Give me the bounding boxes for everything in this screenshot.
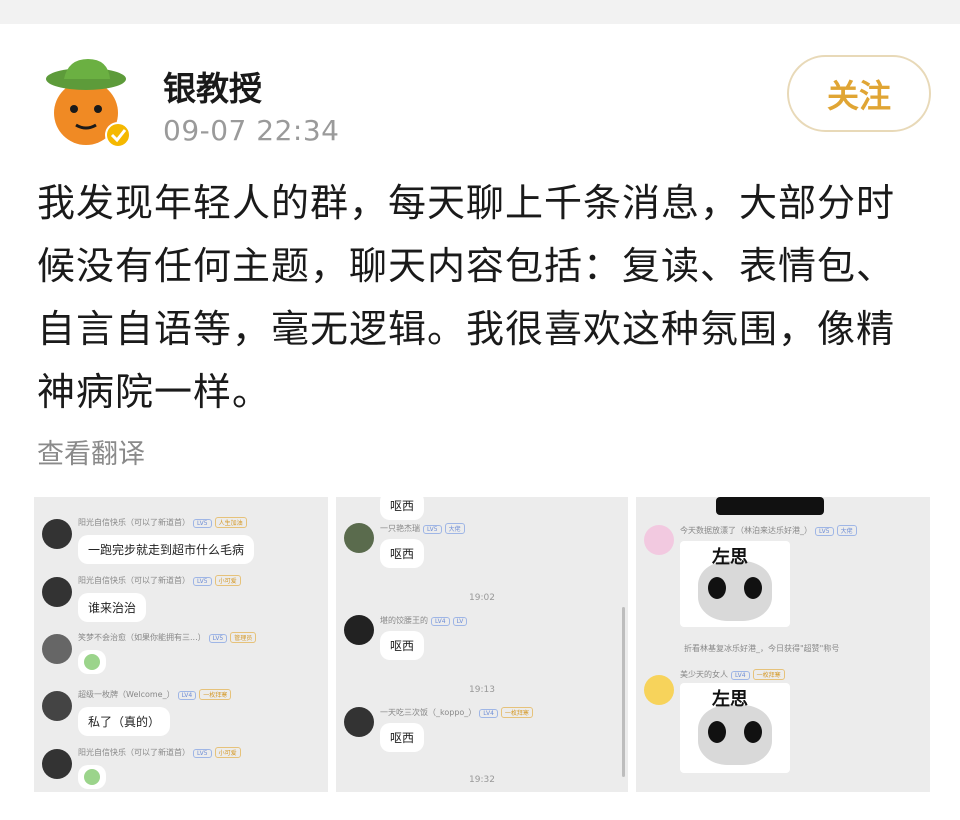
chat-sender: 阳光自信快乐（可以了新道首） LV5 小可爱 (78, 575, 241, 586)
attached-image-2[interactable]: 呕西 一只艳杰瑞 LV5 大佬 呕西 19:02 堪的饺腰王的 LV4 LV 呕西 19… (336, 497, 628, 792)
sender-name: 阳光自信快乐（可以了新道首） (78, 748, 190, 757)
title-badge: LV (452, 617, 468, 626)
panda-eye-icon (744, 721, 762, 743)
sender-name: 阳光自信快乐（可以了新道首） (78, 576, 190, 585)
post-line: 神病院一样。 (37, 370, 272, 414)
level-badge: LV5 (423, 525, 442, 534)
title-badge: 一枚拜寒 (500, 707, 533, 718)
chat-avatar (644, 525, 674, 555)
chat-sender: 笑梦不会治愈（如果你能拥有三...） LV5 管理员 (78, 632, 257, 643)
sticker-partial (716, 497, 824, 515)
title-badge: 一枚拜寒 (199, 689, 232, 700)
emoji-icon (84, 654, 100, 670)
title-badge: 人生加油 (214, 517, 247, 528)
chat-bubble: 呕西 (380, 497, 425, 520)
scrollbar[interactable] (622, 607, 625, 777)
title-badge: 管理员 (230, 632, 257, 643)
chat-sender: 今天数据放漂了（林泊来达乐好港_） LV5 大佬 (680, 525, 857, 536)
chat-bubble: 谁来治治 (78, 593, 147, 622)
sender-name: 美少天的女人 (680, 670, 728, 679)
title-badge: 一枚拜寒 (752, 669, 785, 680)
level-badge: LV5 (208, 634, 228, 643)
attached-image-1[interactable]: 阳光自信快乐（可以了新道首） LV5 人生加油 一跑完步就走到超市什么毛病 阳光自信… (34, 497, 328, 792)
title-badge: 大佬 (836, 525, 857, 536)
chat-avatar (42, 691, 72, 721)
post-line: 我发现年轻人的群，每天聊上千条消息，大部分时 (37, 181, 896, 225)
chat-bubble: 呕西 (380, 723, 425, 752)
chat-avatar (42, 519, 72, 549)
chat-avatar (42, 577, 72, 607)
level-badge: LV5 (815, 527, 834, 536)
post-line: 候没有任何主题，聊天内容包括：复读、表情包、 (37, 244, 896, 288)
chat-sender: 一天吃三次饭（_koppo_） LV4 一枚拜寒 (380, 707, 533, 718)
emoji-icon (84, 769, 100, 785)
chat-avatar (42, 749, 72, 779)
sender-name: 堪的饺腰王的 (380, 616, 428, 625)
chat-sender: 超级一枚牌（Welcome_） LV4 一枚拜寒 (78, 689, 232, 700)
chat-avatar (344, 707, 374, 737)
avatar-image (46, 59, 131, 148)
top-bar (0, 0, 960, 24)
level-badge: LV5 (193, 519, 212, 528)
sender-name: 阳光自信快乐（可以了新道首） (78, 518, 190, 527)
level-badge: LV4 (479, 709, 498, 718)
chat-bubble: 呕西 (380, 539, 425, 568)
emoji-sticker-bubble (78, 765, 106, 789)
chat-time-divider: 19:02 (469, 593, 495, 603)
chat-sender: 阳光自信快乐（可以了新道首） LV5 人生加油 (78, 517, 247, 528)
sender-name: 一只艳杰瑞 (380, 524, 420, 533)
title-badge: 大佬 (444, 523, 465, 534)
chat-bubble: 私了（真的） (78, 707, 171, 736)
chat-sender: 美少天的女人 LV4 一枚拜寒 (680, 669, 785, 680)
sender-name: 今天数据放漂了（林泊来达乐好港_） (680, 526, 812, 535)
sticker-caption: 左思 (712, 547, 748, 568)
follow-button[interactable]: 关注 (787, 55, 931, 132)
chat-avatar (644, 675, 674, 705)
view-translation-link[interactable]: 查看翻译 (37, 432, 145, 471)
level-badge: LV5 (193, 577, 212, 586)
chat-avatar (42, 634, 72, 664)
post-body: 我发现年轻人的群，每天聊上千条消息，大部分时 候没有任何主题，聊天内容包括：复读… (37, 172, 917, 424)
user-avatar[interactable] (42, 55, 138, 151)
panda-eye-icon (708, 721, 726, 743)
title-badge: 小可爱 (214, 747, 241, 758)
sender-name: 超级一枚牌（Welcome_） (78, 690, 175, 699)
level-badge: LV4 (431, 617, 450, 626)
chat-sender: 阳光自信快乐（可以了新道首） LV5 小可爱 (78, 747, 241, 758)
post-timestamp: 09-07 22:34 (163, 114, 340, 147)
chat-sender: 堪的饺腰王的 LV4 LV (380, 615, 468, 626)
attached-image-3[interactable]: 今天数据放漂了（林泊来达乐好港_） LV5 大佬 左思 折看林基复冰乐好港_，今日获… (636, 497, 930, 792)
chat-time-divider: 19:32 (469, 775, 495, 785)
level-badge: LV4 (177, 691, 197, 700)
username[interactable]: 银教授 (163, 62, 262, 110)
panda-eye-icon (708, 577, 726, 599)
panda-eye-icon (744, 577, 762, 599)
level-badge: LV5 (193, 749, 212, 758)
chat-bubble: 呕西 (380, 631, 425, 660)
sender-name: 一天吃三次饭（_koppo_） (380, 708, 477, 717)
chat-bubble: 一跑完步就走到超市什么毛病 (78, 535, 255, 564)
chat-sender: 一只艳杰瑞 LV5 大佬 (380, 523, 465, 534)
system-notice: 折看林基复冰乐好港_，今日获得"超赞"称号 (684, 644, 840, 653)
sender-name: 笑梦不会治愈（如果你能拥有三...） (78, 633, 206, 642)
panda-sticker: 左思 (680, 541, 790, 627)
chat-time-divider: 19:13 (469, 685, 495, 695)
panda-sticker: 左思 (680, 683, 790, 773)
chat-avatar (344, 615, 374, 645)
chat-avatar (344, 523, 374, 553)
post-line: 自言自语等，毫无逻辑。我很喜欢这种氛围，像精 (37, 307, 896, 351)
level-badge: LV4 (731, 671, 750, 680)
title-badge: 小可爱 (214, 575, 241, 586)
sticker-caption: 左思 (712, 689, 748, 710)
emoji-sticker-bubble (78, 650, 106, 674)
